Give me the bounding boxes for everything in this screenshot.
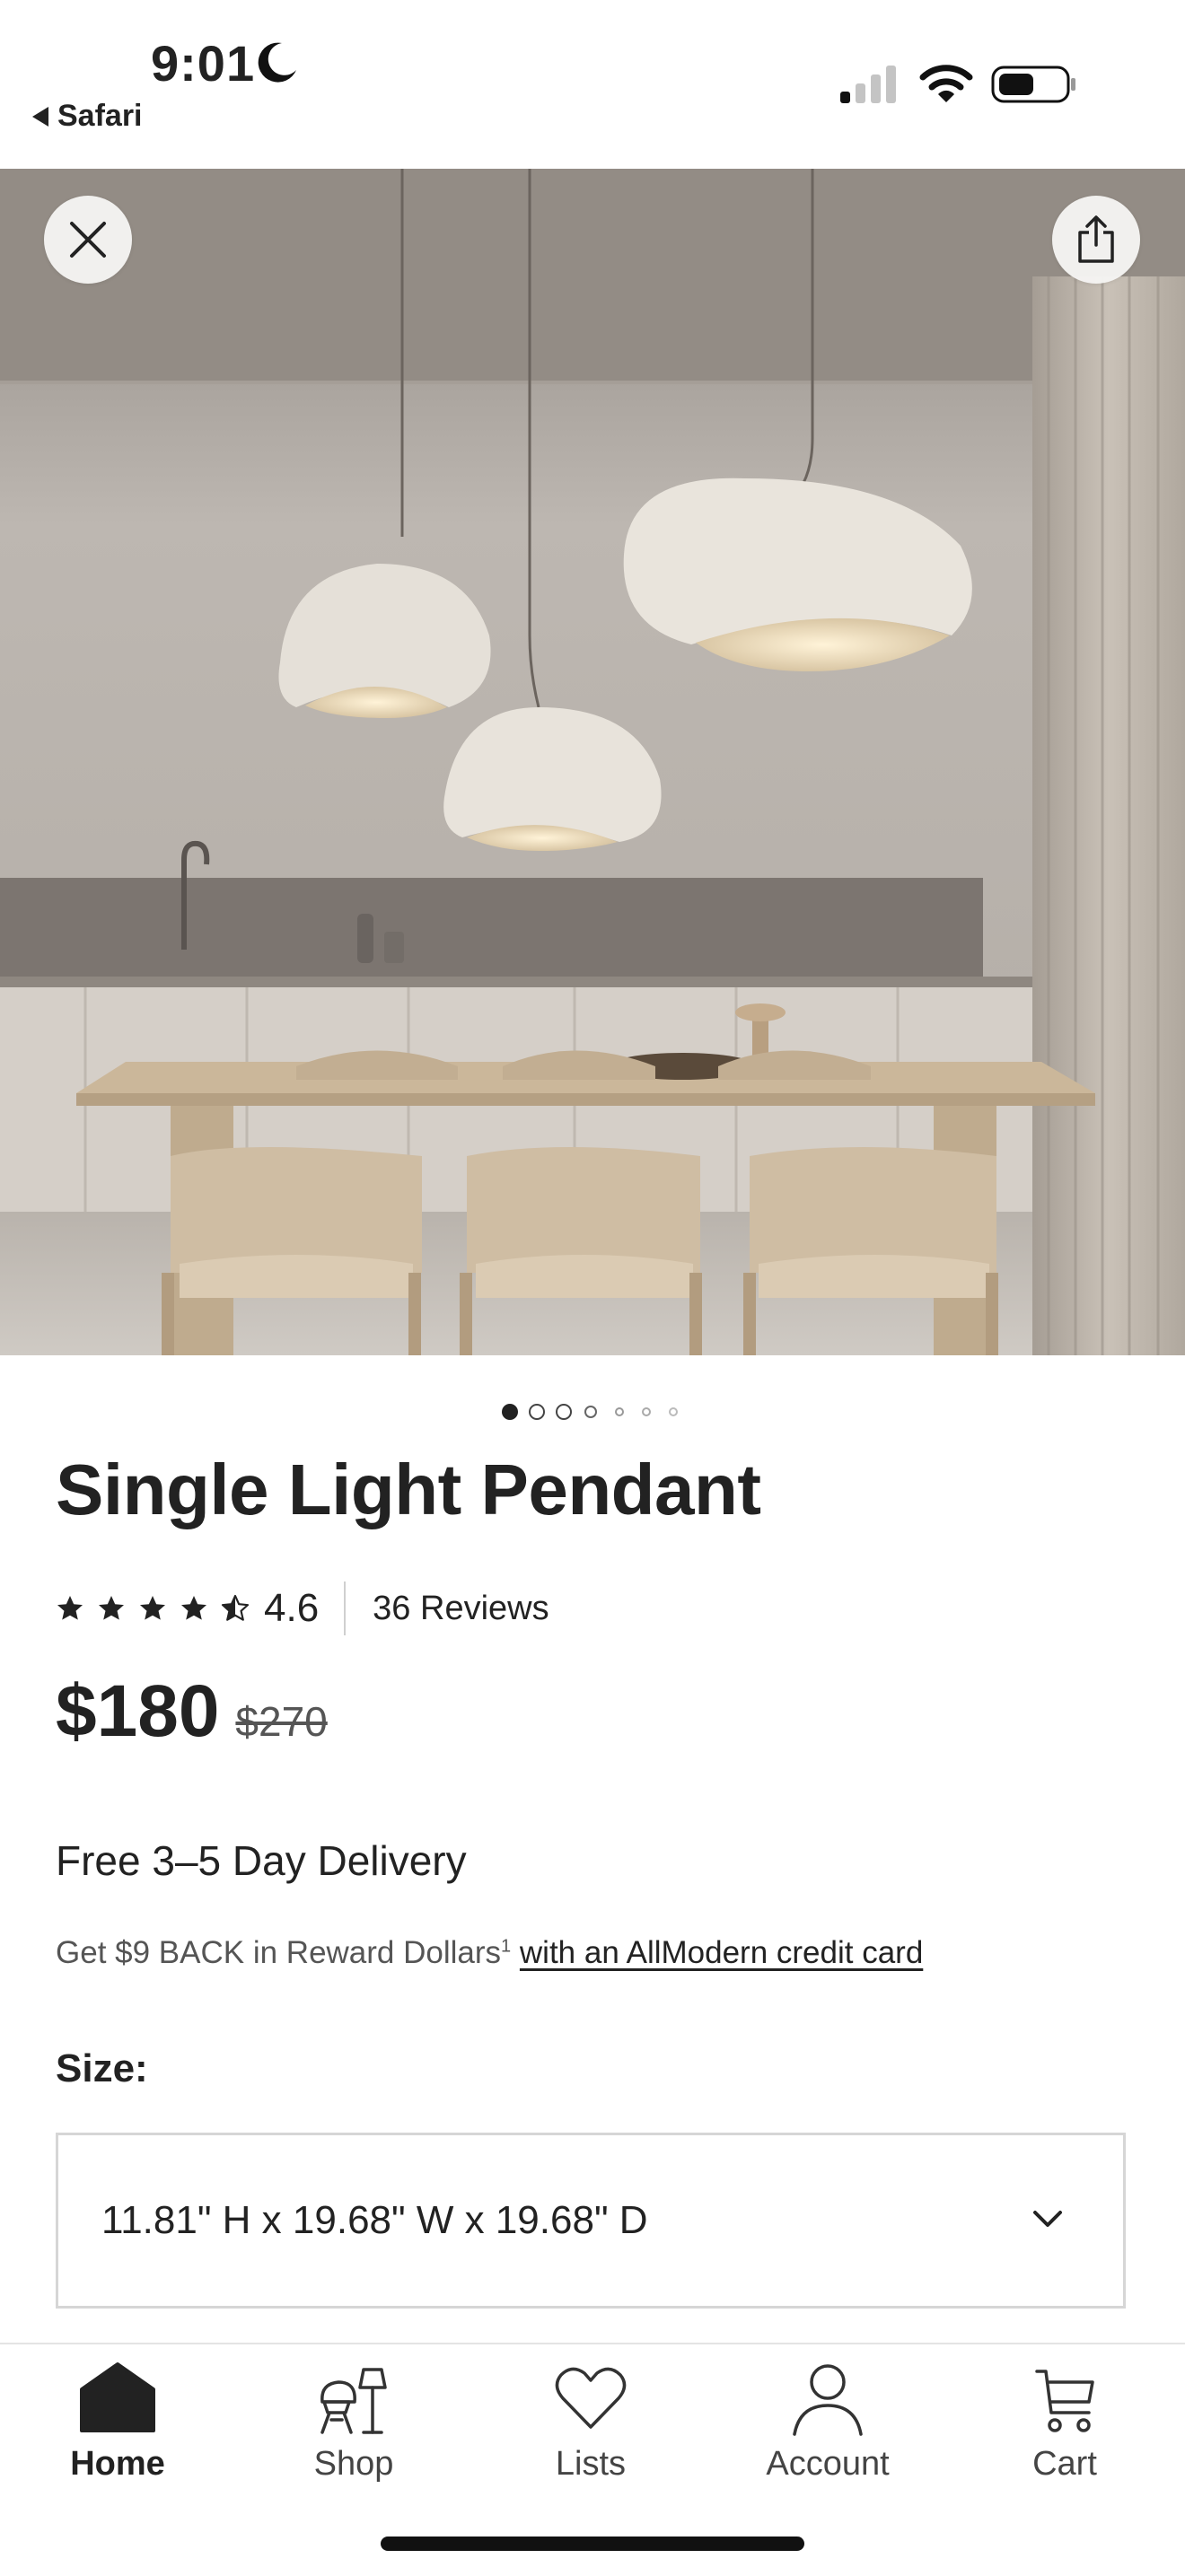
nav-item-account[interactable]: Account — [738, 2357, 917, 2484]
delivery-info: Free 3–5 Day Delivery — [56, 1837, 467, 1884]
share-button[interactable] — [1052, 196, 1140, 284]
chevron-down-icon — [1033, 2211, 1062, 2227]
back-to-safari-link[interactable]: Safari — [32, 99, 143, 134]
status-time: 9:01 — [151, 35, 256, 92]
carousel-dot — [584, 1406, 597, 1418]
nav-item-home[interactable]: Home — [28, 2357, 207, 2484]
nav-label-account: Account — [766, 2445, 890, 2483]
sale-price: $180 — [56, 1670, 220, 1752]
close-icon — [70, 222, 106, 258]
size-selected-value: 11.81" H x 19.68" W x 19.68" D — [101, 2198, 648, 2242]
status-bar: 9:01 Safari — [0, 0, 1185, 169]
reward-footnote: 1 — [501, 1936, 512, 1957]
star-half-icon — [221, 1594, 250, 1621]
home-icon — [80, 2362, 155, 2432]
close-button[interactable] — [44, 196, 132, 284]
product-image[interactable] — [0, 169, 1185, 1355]
share-icon — [1078, 215, 1114, 263]
image-carousel-dots[interactable] — [0, 1398, 1185, 1425]
nav-label-shop: Shop — [313, 2445, 394, 2483]
product-title: Single Light Pendant — [56, 1450, 761, 1529]
size-dropdown[interactable]: 11.81" H x 19.68" W x 19.68" D — [56, 2133, 1126, 2309]
carousel-dot — [556, 1404, 572, 1420]
nav-item-lists[interactable]: Lists — [501, 2357, 680, 2484]
credit-card-link[interactable]: with an AllModern credit card — [520, 1935, 923, 1970]
nav-item-shop[interactable]: Shop — [264, 2357, 443, 2484]
wifi-icon — [919, 65, 973, 102]
star-full-icon — [181, 1596, 206, 1620]
rating-row[interactable]: 4.6 36 Reviews — [56, 1582, 549, 1635]
battery-icon — [991, 66, 1075, 103]
account-icon — [793, 2364, 863, 2436]
rating-value: 4.6 — [264, 1586, 320, 1630]
cart-icon — [1035, 2370, 1094, 2432]
carousel-dot — [669, 1407, 678, 1416]
carousel-dot — [529, 1404, 545, 1420]
back-triangle-icon — [32, 106, 48, 127]
star-rating — [56, 1594, 250, 1623]
star-full-icon — [140, 1596, 165, 1620]
dining-room-photo — [0, 169, 1185, 1355]
size-label: Size: — [56, 2046, 148, 2090]
star-full-icon — [99, 1596, 124, 1620]
star-full-icon — [57, 1596, 83, 1620]
price-row: $180 $270 — [56, 1669, 328, 1754]
home-indicator[interactable] — [381, 2537, 804, 2551]
back-app-label: Safari — [57, 99, 143, 133]
carousel-dot — [615, 1407, 624, 1416]
nav-item-cart[interactable]: Cart — [975, 2357, 1154, 2484]
signal-icon — [840, 66, 896, 103]
rating-divider — [344, 1582, 347, 1635]
heart-icon — [555, 2367, 627, 2429]
reward-info: Get $9 BACK in Reward Dollars1 with an A… — [56, 1935, 923, 1971]
nav-label-lists: Lists — [555, 2445, 627, 2483]
reward-text: Get $9 BACK in Reward Dollars — [56, 1935, 502, 1970]
nav-label-home: Home — [70, 2445, 165, 2483]
original-price: $270 — [235, 1698, 328, 1745]
reviews-link[interactable]: 36 Reviews — [373, 1590, 549, 1628]
carousel-dot — [502, 1404, 518, 1420]
nav-label-cart: Cart — [1032, 2445, 1097, 2483]
carousel-dot — [642, 1407, 651, 1416]
moon-icon — [258, 42, 296, 83]
shop-icon — [320, 2368, 387, 2434]
